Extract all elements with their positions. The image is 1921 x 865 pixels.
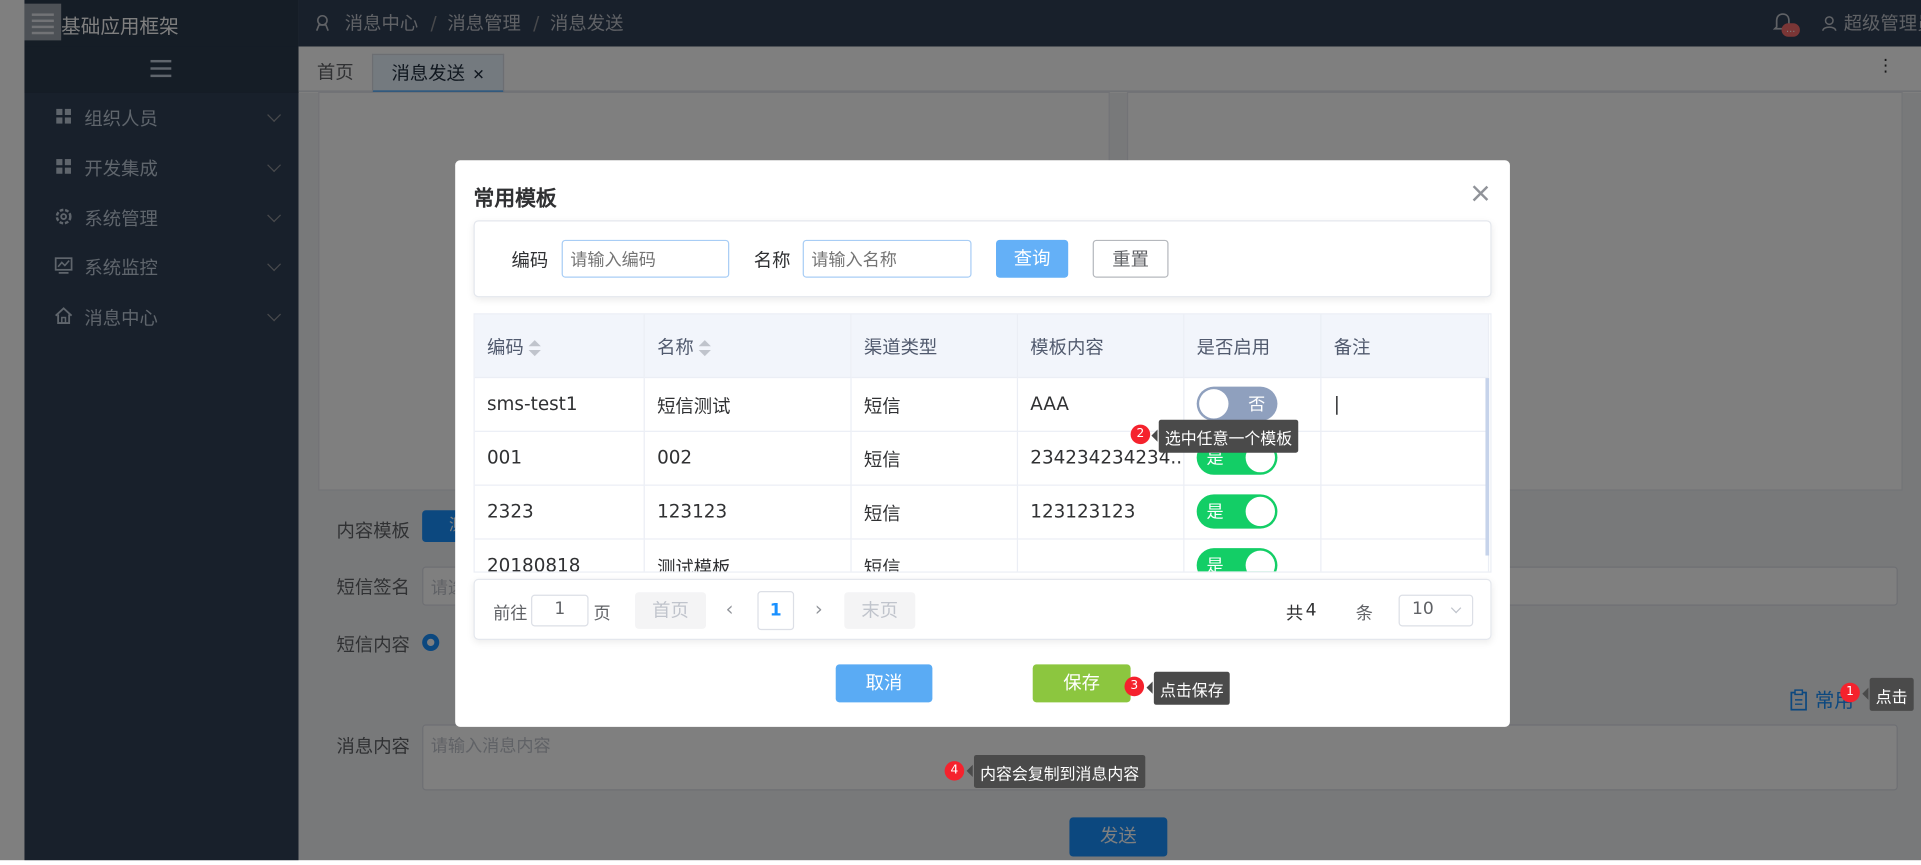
- query-button[interactable]: 查询: [996, 239, 1069, 278]
- goto-page-input[interactable]: 1: [531, 594, 589, 627]
- column-header-remark: 备注: [1321, 314, 1490, 379]
- guide-tip-3: 点击保存: [1146, 671, 1230, 705]
- last-page-button[interactable]: 末页: [844, 592, 916, 629]
- column-header-channel: 渠道类型: [851, 314, 1019, 379]
- switch-knob: [1245, 496, 1275, 527]
- column-header-content: 模板内容: [1018, 314, 1185, 379]
- total-suffix: 条: [1355, 604, 1373, 625]
- table-cell-code[interactable]: 001: [474, 431, 645, 486]
- close-icon[interactable]: [1472, 185, 1489, 202]
- table-cell-remark[interactable]: [1321, 539, 1490, 572]
- table-cell-remark[interactable]: [1321, 431, 1490, 486]
- column-header-code[interactable]: 编码: [474, 314, 645, 379]
- total-prefix: 共: [1286, 604, 1304, 625]
- table-cell-remark[interactable]: |: [1321, 378, 1490, 432]
- switch-knob: [1245, 550, 1275, 572]
- table-cell-enabled: 是: [1184, 539, 1322, 573]
- chevron-down-icon: [1450, 602, 1462, 614]
- table-cell-content[interactable]: 123123123: [1018, 485, 1185, 540]
- page-size-select[interactable]: 10: [1398, 594, 1474, 627]
- column-header-enabled: 是否启用: [1184, 314, 1322, 379]
- dialog-title: 常用模板: [473, 187, 557, 212]
- table-cell-channel[interactable]: 短信: [851, 378, 1019, 432]
- guide-tip-4: 内容会复制到消息内容: [966, 754, 1146, 788]
- table-cell-channel[interactable]: 短信: [851, 431, 1019, 486]
- column-header-label: 名称: [657, 336, 694, 359]
- table-cell-name[interactable]: 123123: [644, 485, 852, 540]
- sort-icon[interactable]: [698, 339, 711, 357]
- name-label: 名称: [753, 249, 791, 272]
- page-size-value: 10: [1412, 599, 1434, 620]
- switch-text: 是: [1206, 502, 1224, 523]
- goto-label: 前往: [493, 604, 528, 625]
- guide-badge-1: 1: [1840, 682, 1860, 703]
- total-count: 4: [1305, 600, 1317, 621]
- sort-icon[interactable]: [528, 339, 541, 357]
- first-page-button[interactable]: 首页: [635, 592, 707, 629]
- column-header-name[interactable]: 名称: [644, 314, 852, 379]
- table-cell-code[interactable]: 2323: [474, 485, 645, 540]
- table-cell-code[interactable]: 20180818: [475, 539, 645, 572]
- app-window: 基础应用框架 组织人员 开发集成 系统管理 系统监控 消息中心: [0, 0, 1921, 861]
- table-scrollbar[interactable]: [1485, 378, 1490, 556]
- table-cell-enabled: 是: [1184, 485, 1322, 540]
- enabled-switch[interactable]: 否: [1196, 386, 1278, 421]
- page-unit-label: 页: [593, 604, 611, 625]
- guide-badge-3: 3: [1124, 676, 1145, 697]
- guide-badge-2: 2: [1130, 424, 1151, 445]
- current-page[interactable]: 1: [757, 590, 795, 631]
- chevron-left-icon[interactable]: ‹: [726, 597, 734, 620]
- template-table: 编码 名称 渠道类型 模板内容 是否启用 备注 sms-test1 短信测试 短…: [473, 313, 1492, 573]
- chevron-right-icon[interactable]: ›: [815, 597, 823, 620]
- table-cell-name[interactable]: 测试模板: [645, 539, 852, 572]
- pagination: 前往 1 页 首页 ‹ 1 › 末页 共 4 条 10: [473, 578, 1492, 640]
- table-cell-channel[interactable]: 短信: [851, 485, 1019, 540]
- search-panel: 编码 名称 查询 重置: [473, 220, 1492, 298]
- code-input[interactable]: [561, 239, 730, 278]
- table-cell-name[interactable]: 短信测试: [644, 378, 852, 432]
- table-cell-name[interactable]: 002: [644, 431, 852, 486]
- table-cell-content[interactable]: [1018, 539, 1185, 572]
- guide-badge-4: 4: [944, 761, 965, 781]
- enabled-switch[interactable]: 是: [1196, 494, 1278, 529]
- common-template-dialog: 常用模板 编码 名称 查询 重置 编码 名称 渠道类型 模板内容 是否启用 备注…: [455, 160, 1510, 727]
- name-input[interactable]: [802, 239, 972, 278]
- enabled-switch[interactable]: 是: [1196, 548, 1278, 573]
- reset-button[interactable]: 重置: [1092, 239, 1169, 278]
- table-cell-remark[interactable]: [1321, 485, 1490, 540]
- guide-tip-2: 选中任意一个模板: [1151, 419, 1299, 453]
- guide-tip-1: 点击: [1862, 677, 1914, 711]
- switch-knob: [1199, 389, 1229, 419]
- switch-text: 否: [1248, 395, 1266, 415]
- switch-text: 是: [1206, 556, 1224, 573]
- column-header-label: 编码: [486, 336, 524, 359]
- cancel-button[interactable]: 取消: [835, 664, 933, 703]
- table-cell-channel[interactable]: 短信: [852, 539, 1019, 572]
- table-cell-code[interactable]: sms-test1: [474, 378, 645, 432]
- code-label: 编码: [511, 249, 549, 272]
- save-button[interactable]: 保存: [1032, 664, 1131, 703]
